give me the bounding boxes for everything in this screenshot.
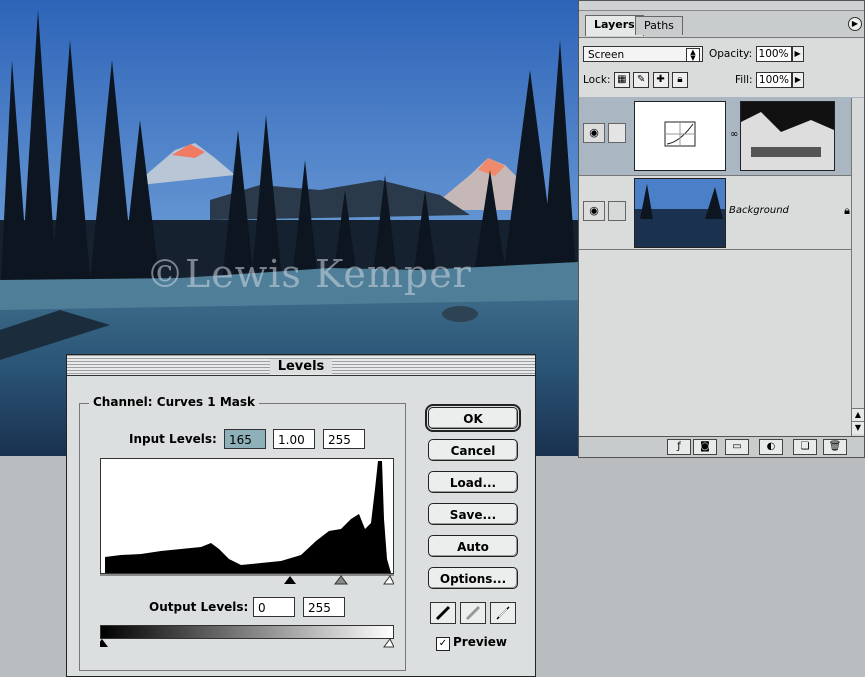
options-button[interactable]: Options... (428, 567, 518, 589)
input-black-field[interactable]: 165 (224, 429, 266, 449)
layers-scrollbar[interactable]: ▲ ▼ (851, 98, 864, 438)
lock-label: Lock: (583, 74, 611, 86)
black-eyedropper-icon[interactable] (430, 602, 456, 624)
lock-all-icon[interactable]: 🔒︎ (671, 72, 688, 88)
output-black-handle[interactable] (100, 639, 108, 647)
lock-transparency-icon[interactable]: ▦ (613, 72, 630, 88)
updown-arrows-icon: ▲ ▼ (686, 48, 700, 62)
black-point-handle[interactable] (284, 576, 296, 584)
output-levels-label: Output Levels: (149, 600, 249, 614)
palette-titlebar[interactable] (579, 1, 864, 11)
channel-label[interactable]: Channel: Curves 1 Mask (89, 395, 259, 409)
output-white-handle[interactable] (383, 639, 394, 648)
input-white-field[interactable]: 255 (323, 429, 365, 449)
trash-icon[interactable]: 🗑︎ (823, 439, 847, 455)
mask-icon[interactable] (608, 123, 626, 143)
eye-icon[interactable]: ◉ (583, 123, 605, 143)
scroll-up-icon[interactable]: ▲ (852, 408, 864, 421)
background-thumbnail (634, 178, 726, 248)
scroll-down-icon[interactable]: ▼ (852, 421, 864, 434)
adjustment-icon[interactable]: ◐ (759, 439, 783, 455)
opacity-label: Opacity: (709, 48, 753, 60)
preview-label: Preview (453, 635, 508, 649)
output-slider[interactable] (100, 639, 394, 651)
levels-title: Levels (269, 359, 333, 374)
fill-arrow-icon[interactable]: ▶ (791, 72, 804, 88)
white-eyedropper-icon[interactable] (490, 602, 516, 624)
new-layer-icon[interactable]: ❏ (793, 439, 817, 455)
levels-dialog: Levels Channel: Curves 1 Mask Input Leve… (66, 354, 536, 677)
watermark-text: ©Lewis Kemper (146, 252, 472, 296)
histogram-graph (105, 461, 391, 573)
blend-mode-select[interactable]: Screen ▲ ▼ (583, 46, 703, 62)
histogram (100, 458, 394, 574)
add-mask-icon[interactable]: ◙ (693, 439, 717, 455)
blend-mode-value: Screen (588, 49, 625, 61)
save-button[interactable]: Save... (428, 503, 518, 525)
layer-row-background[interactable]: ◉ Background 🔒︎ (579, 175, 864, 250)
fill-field[interactable]: 100% (755, 72, 792, 88)
ok-button[interactable]: OK (425, 404, 521, 432)
curves-adjustment-thumbnail (634, 101, 726, 171)
auto-button[interactable]: Auto (428, 535, 518, 557)
gray-eyedropper-icon[interactable] (460, 602, 486, 624)
levels-titlebar[interactable]: Levels (67, 355, 535, 376)
brush-slot-icon (608, 201, 626, 221)
lock-paint-icon[interactable]: ✎ (633, 72, 650, 88)
palette-tabs: Layers Paths ▶ (579, 11, 864, 38)
input-gamma-field[interactable]: 1.00 (273, 429, 315, 449)
mask-image (741, 102, 834, 170)
folder-icon[interactable]: ▭ (725, 439, 749, 455)
lock-move-icon[interactable]: ✚ (652, 72, 669, 88)
layer-mask-thumbnail[interactable] (740, 101, 835, 171)
fill-label: Fill: (735, 74, 753, 86)
background-thumbnail-image (635, 179, 725, 247)
palette-menu-icon[interactable]: ▶ (848, 17, 862, 31)
link-icon[interactable]: ∞ (730, 129, 738, 140)
output-black-field[interactable]: 0 (253, 597, 295, 617)
opacity-arrow-icon[interactable]: ▶ (791, 46, 804, 62)
layers-palette: Layers Paths ▶ Screen ▲ ▼ Opacity: 100% ▶ … (578, 0, 865, 458)
cancel-button[interactable]: Cancel (428, 439, 518, 461)
output-gradient (100, 625, 394, 639)
layer-style-icon[interactable]: ƒ (667, 439, 691, 455)
fill-row: Fill: 100% ▶ (735, 72, 860, 88)
load-button[interactable]: Load... (428, 471, 518, 493)
preview-checkbox[interactable]: ✓ (436, 637, 450, 651)
gamma-handle[interactable] (334, 575, 348, 585)
input-slider[interactable] (100, 573, 395, 585)
tab-paths[interactable]: Paths (635, 16, 683, 35)
curves-icon (664, 121, 696, 147)
white-point-handle[interactable] (383, 575, 395, 585)
layers-bottom-bar: ƒ ◙ ▭ ◐ ❏ 🗑︎ (579, 436, 864, 457)
layer-name-background: Background (729, 205, 789, 216)
output-white-field[interactable]: 255 (303, 597, 345, 617)
opacity-field[interactable]: 100% (755, 46, 792, 62)
eye-icon[interactable]: ◉ (583, 201, 605, 221)
layer-row-curves[interactable]: ◉ ∞ (579, 97, 864, 176)
input-levels-label: Input Levels: (129, 432, 217, 446)
lock-icon: 🔒︎ (844, 204, 850, 217)
opacity-row: Opacity: 100% ▶ (709, 46, 860, 62)
input-slider-track (100, 574, 395, 585)
